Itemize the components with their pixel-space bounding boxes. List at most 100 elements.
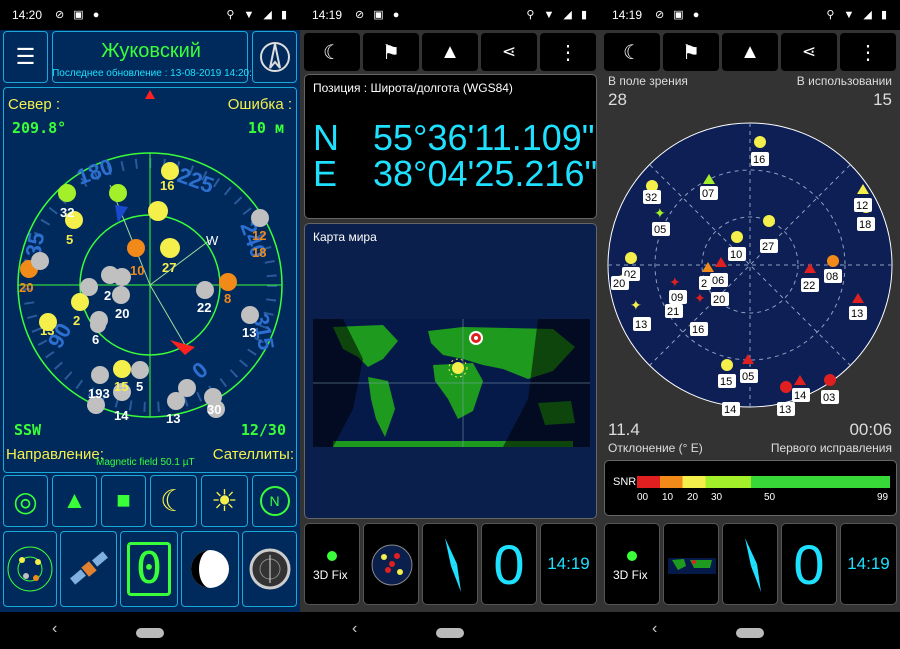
satellites-label: Сателлиты: bbox=[212, 446, 294, 463]
panel-gps-compass: 14:20 ⊘ ▣ ● ⚲ ▼ ◢ ▮ ☰ Жуковский Последне… bbox=[0, 0, 300, 649]
sun-icon: ☀ bbox=[211, 484, 238, 518]
night-toggle-button[interactable]: ☾ bbox=[604, 33, 660, 71]
more-button[interactable]: ⋮ bbox=[840, 33, 896, 71]
digit-display: 0 bbox=[120, 531, 178, 607]
svg-text:✦: ✦ bbox=[669, 274, 681, 290]
svg-text:05: 05 bbox=[742, 371, 754, 383]
position-card: Позиция : Широта/долгота (WGS84) N 55°36… bbox=[304, 74, 597, 219]
svg-text:20: 20 bbox=[713, 294, 725, 306]
heading-indicator bbox=[422, 523, 478, 605]
svg-text:14: 14 bbox=[724, 404, 736, 416]
mini-radar-button[interactable] bbox=[3, 531, 57, 607]
svg-text:03: 03 bbox=[823, 392, 835, 404]
in-view-value: 28 bbox=[608, 90, 627, 109]
svg-text:2: 2 bbox=[701, 278, 707, 290]
status-bar: 14:20 ⊘ ▣ ● ⚲ ▼ ◢ ▮ bbox=[0, 0, 300, 30]
night-toggle-button[interactable]: ☾ bbox=[304, 33, 360, 71]
share-icon: ⋖ bbox=[801, 42, 817, 61]
svg-text:13: 13 bbox=[779, 404, 791, 416]
fix-dot-icon bbox=[327, 551, 337, 561]
svg-text:✦: ✦ bbox=[694, 290, 706, 306]
map-label: Карта мира bbox=[313, 230, 377, 244]
panel-skyplot: 14:19 ⊘ ▣ ● ⚲ ▼ ◢ ▮ ☾ ⚑ ▲ ⋖ ⋮ В поле зре… bbox=[600, 0, 900, 649]
triangle-button[interactable]: ▲ bbox=[52, 475, 97, 527]
moon-phase-button[interactable] bbox=[181, 531, 239, 607]
home-pill-icon[interactable] bbox=[436, 628, 464, 638]
nav-bar: ‹ bbox=[600, 612, 900, 649]
back-icon[interactable]: ‹ bbox=[352, 620, 357, 638]
svg-text:13: 13 bbox=[242, 325, 256, 340]
clock-value: 14:19 bbox=[547, 554, 590, 573]
navigate-button[interactable]: ▲ bbox=[422, 33, 478, 71]
svg-text:✦: ✦ bbox=[630, 297, 642, 313]
fix-label: 3D Fix bbox=[613, 568, 648, 582]
share-button[interactable]: ⋖ bbox=[781, 33, 837, 71]
svg-text:13: 13 bbox=[635, 319, 647, 331]
mini-map-button[interactable] bbox=[663, 523, 719, 605]
counter-card: 0 bbox=[481, 523, 537, 605]
longitude: 38°04'25.216" bbox=[373, 153, 598, 194]
azimuth-line bbox=[149, 239, 211, 286]
svg-text:32: 32 bbox=[645, 192, 657, 204]
mini-sky-button[interactable] bbox=[363, 523, 419, 605]
person-flag-icon: ⚑ bbox=[382, 41, 400, 64]
analog-compass-button[interactable] bbox=[242, 531, 297, 607]
analog-compass-icon bbox=[249, 548, 290, 590]
svg-text:6: 6 bbox=[92, 332, 99, 347]
day-mode-button[interactable]: ☀ bbox=[201, 475, 248, 527]
satellite-button[interactable] bbox=[60, 531, 117, 607]
svg-text:15: 15 bbox=[114, 379, 128, 394]
snr-label: SNR bbox=[613, 476, 637, 488]
gps-target-button[interactable]: ◎ bbox=[3, 475, 48, 527]
square-button[interactable]: ■ bbox=[101, 475, 146, 527]
person-flag-button[interactable]: ⚑ bbox=[663, 33, 719, 71]
direction-value: SSW bbox=[14, 421, 42, 439]
square-icon: ■ bbox=[116, 487, 131, 514]
status-bar: 14:19 ⊘ ▣ ● ⚲ ▼ ◢ ▮ bbox=[600, 0, 900, 30]
svg-text:14: 14 bbox=[794, 390, 806, 402]
snr-tick-1: 10 bbox=[662, 492, 674, 503]
in-use-value: 15 bbox=[873, 90, 892, 109]
nav-bar: ‹ bbox=[300, 612, 600, 649]
svg-text:07: 07 bbox=[702, 188, 714, 200]
azimuth-line bbox=[149, 284, 186, 346]
person-flag-button[interactable]: ⚑ bbox=[363, 33, 419, 71]
sun-position-icon bbox=[448, 358, 468, 378]
skyplot: ✦ ✦ ✦ ✦ ✦ 16 32 07 12 05 18 10 27 02 20 … bbox=[607, 122, 893, 416]
menu-button[interactable]: ☰ bbox=[3, 31, 48, 83]
svg-text:193: 193 bbox=[88, 386, 110, 401]
person-flag-icon: ⚑ bbox=[682, 41, 700, 64]
share-button[interactable]: ⋖ bbox=[481, 33, 537, 71]
svg-text:22: 22 bbox=[803, 280, 815, 292]
nav-bar: ‹ bbox=[0, 612, 300, 649]
deviation-value: 11.4 bbox=[608, 420, 640, 439]
more-vert-icon: ⋮ bbox=[558, 41, 578, 64]
night-mode-button[interactable]: ☾ bbox=[150, 475, 197, 527]
svg-text:20: 20 bbox=[613, 278, 625, 290]
more-button[interactable]: ⋮ bbox=[540, 33, 596, 71]
fix-dot-icon bbox=[627, 551, 637, 561]
home-pill-icon[interactable] bbox=[136, 628, 164, 638]
navigate-button[interactable]: ▲ bbox=[722, 33, 778, 71]
svg-text:14: 14 bbox=[114, 408, 129, 423]
clock-value: 14:19 bbox=[847, 554, 890, 573]
back-icon[interactable]: ‹ bbox=[52, 620, 57, 638]
compass-mode-button[interactable] bbox=[252, 31, 297, 83]
svg-text:5: 5 bbox=[136, 379, 143, 394]
compass-button[interactable]: N bbox=[252, 475, 297, 527]
first-fix-value: 00:06 bbox=[849, 420, 892, 439]
snr-tick-5: 99 bbox=[877, 492, 889, 503]
svg-text:30: 30 bbox=[207, 402, 221, 417]
fix-status: 3D Fix bbox=[604, 523, 660, 605]
world-map-card[interactable]: Карта мира bbox=[304, 223, 597, 519]
svg-text:18: 18 bbox=[859, 219, 871, 231]
status-time: 14:20 bbox=[12, 8, 43, 22]
svg-text:12: 12 bbox=[856, 200, 868, 212]
svg-text:08: 08 bbox=[826, 271, 838, 283]
in-use-label: В использовании bbox=[796, 74, 892, 88]
triangle-icon: ▲ bbox=[62, 487, 87, 514]
snr-tick-0: 00 bbox=[637, 492, 649, 503]
svg-text:12: 12 bbox=[252, 228, 266, 243]
home-pill-icon[interactable] bbox=[736, 628, 764, 638]
back-icon[interactable]: ‹ bbox=[652, 620, 657, 638]
